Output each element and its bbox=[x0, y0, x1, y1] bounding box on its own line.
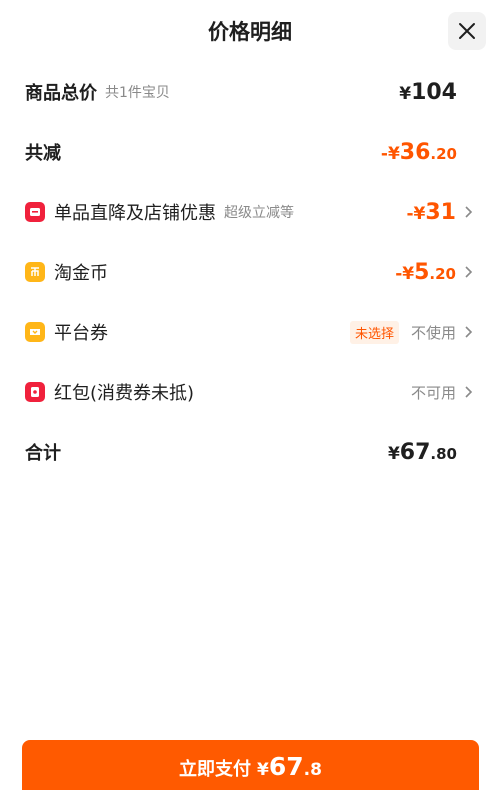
row-gold-coin[interactable]: 淘金币 -¥ 5.20 bbox=[0, 252, 500, 292]
chevron-right-icon bbox=[464, 192, 474, 232]
header: 价格明细 bbox=[0, 0, 500, 62]
sum-amount: ¥67.80 bbox=[387, 439, 457, 465]
not-selected-badge: 未选择 bbox=[349, 320, 399, 344]
coin-icon bbox=[25, 262, 45, 282]
platform-coupon-status: 不使用 bbox=[410, 323, 456, 342]
pay-amount: 67 bbox=[268, 752, 304, 781]
row-store-discount[interactable]: 单品直降及店铺优惠 超级立减等 -¥ 31 bbox=[0, 192, 500, 232]
close-button[interactable] bbox=[448, 12, 486, 50]
row-reduction: 共减 -¥ 36.20 bbox=[0, 132, 500, 172]
store-discount-amount: -¥ 31 bbox=[406, 199, 456, 225]
row-total: 商品总价 共1件宝贝 ¥104 bbox=[0, 72, 500, 112]
pay-now-label: 立即支付 bbox=[179, 759, 252, 780]
gold-coin-label: 淘金币 bbox=[54, 263, 108, 284]
row-sum: 合计 ¥67.80 bbox=[0, 432, 500, 472]
chevron-right-icon bbox=[464, 252, 474, 292]
close-icon bbox=[459, 23, 475, 39]
store-discount-label: 单品直降及店铺优惠 bbox=[54, 203, 216, 224]
total-label: 商品总价 bbox=[25, 83, 97, 104]
row-red-packet[interactable]: 红包(消费券未抵) 不可用 bbox=[0, 372, 500, 412]
red-packet-label: 红包(消费券未抵) bbox=[54, 383, 195, 404]
store-discount-sub: 超级立减等 bbox=[224, 205, 294, 221]
total-sub: 共1件宝贝 bbox=[105, 85, 170, 101]
chevron-right-icon bbox=[464, 312, 474, 352]
chevron-right-icon bbox=[464, 372, 474, 412]
gold-coin-amount: -¥ 5.20 bbox=[395, 259, 456, 285]
coupon-icon bbox=[25, 322, 45, 342]
pay-now-button[interactable]: 立即支付 ¥67.8 bbox=[22, 740, 479, 790]
sum-label: 合计 bbox=[25, 443, 61, 464]
row-platform-coupon[interactable]: 平台券 未选择 不使用 bbox=[0, 312, 500, 352]
reduction-label: 共减 bbox=[25, 143, 61, 164]
red-packet-status: 不可用 bbox=[410, 383, 456, 402]
platform-coupon-label: 平台券 bbox=[54, 323, 108, 344]
red-packet-icon bbox=[25, 382, 45, 402]
store-icon bbox=[25, 202, 45, 222]
total-amount: ¥104 bbox=[399, 79, 457, 105]
reduction-amount: -¥ 36.20 bbox=[380, 139, 457, 165]
page-title: 价格明细 bbox=[208, 20, 292, 44]
